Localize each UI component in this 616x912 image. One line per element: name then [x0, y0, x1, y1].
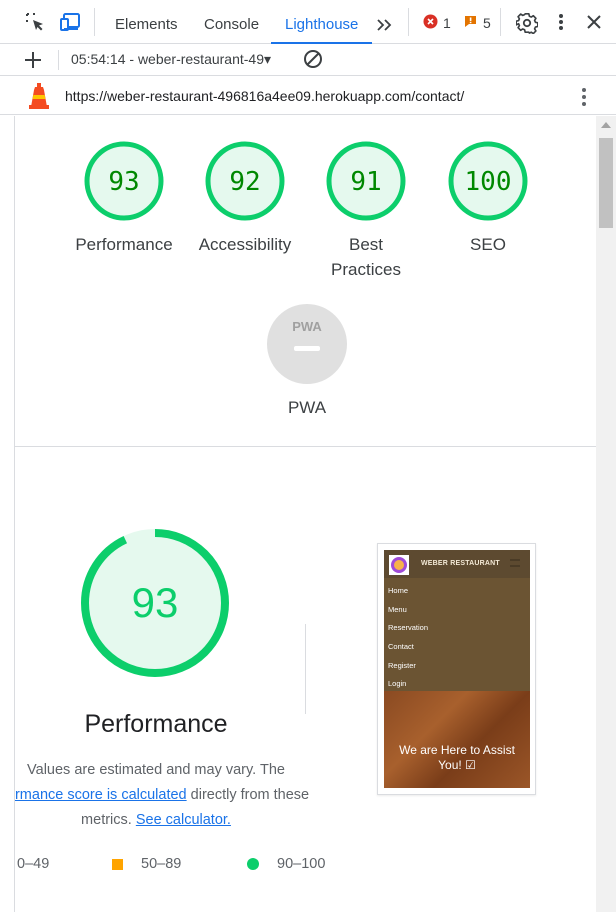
report-select[interactable]: 05:54:14 - weber-restaurant-49▾	[71, 51, 271, 68]
legend-square-icon	[112, 858, 123, 870]
gauge-accessibility[interactable]: 92 Accessibility	[199, 140, 291, 254]
screenshot-nav-item: Register	[388, 661, 416, 670]
final-screenshot[interactable]: WEBER RESTAURANT Home Menu Reservation C…	[377, 543, 536, 795]
hero-line1: We are Here to Assist	[399, 743, 515, 757]
errors-badge[interactable]: 1	[423, 14, 451, 32]
close-icon[interactable]	[585, 13, 607, 33]
performance-title: Performance	[84, 710, 228, 738]
toolbar-divider	[94, 8, 95, 36]
lighthouse-toolbar: 05:54:14 - weber-restaurant-49▾	[0, 44, 616, 76]
screenshot-hero-text: We are Here to Assist You! ☑	[384, 743, 530, 773]
warning-count: 5	[483, 15, 491, 31]
devtools-tabbar: Elements Console Lighthouse 1 5	[0, 0, 616, 44]
legend-pass: 90–100	[247, 856, 325, 872]
screenshot-nav-item: Reservation	[388, 623, 429, 632]
legend-average-range: 50–89	[141, 856, 182, 872]
pwa-badge-icon: PWA	[267, 304, 347, 384]
pwa-badge-text: PWA	[292, 319, 322, 334]
section-divider	[15, 446, 596, 447]
desc-line1: Values are estimated and may vary. The	[27, 762, 285, 778]
report-url[interactable]: https://weber-restaurant-496816a4ee09.he…	[65, 88, 464, 104]
desc-line3: metrics.	[81, 812, 132, 828]
screenshot-content: WEBER RESTAURANT Home Menu Reservation C…	[384, 550, 530, 788]
screenshot-nav-item: Contact	[388, 642, 414, 651]
scroll-up-arrow-icon[interactable]	[601, 122, 611, 128]
screenshot-nav-item: Home	[388, 586, 409, 595]
error-count: 1	[443, 15, 451, 31]
gauge-ring: 92	[205, 141, 285, 221]
screenshot-nav-item: Login	[388, 679, 407, 688]
settings-gear-icon[interactable]	[515, 12, 539, 35]
tab-console[interactable]: Console	[204, 0, 259, 44]
error-icon	[423, 14, 438, 32]
desc-mid: directly from these	[186, 787, 310, 803]
pwa-label: PWA	[287, 398, 327, 417]
new-report-plus-icon[interactable]	[24, 51, 42, 74]
screenshot-brand: WEBER RESTAURANT	[421, 560, 500, 567]
screenshot-logo	[389, 555, 409, 575]
toolbar-divider	[500, 8, 501, 36]
score-calculation-link[interactable]: formance score is calculated	[15, 787, 187, 803]
screenshot-nav-item: Menu	[388, 605, 407, 614]
legend-fail-range: 0–49	[17, 856, 50, 872]
url-more-options-icon[interactable]	[576, 86, 592, 113]
legend-average: 50–89	[112, 856, 181, 872]
inspect-element-icon[interactable]	[25, 12, 47, 32]
toolbar-divider	[58, 50, 59, 70]
report-url-bar: https://weber-restaurant-496816a4ee09.he…	[0, 77, 616, 115]
pwa-badge[interactable]: PWA	[266, 303, 348, 385]
gauge-score: 91	[350, 167, 381, 197]
gauge-score: 93	[108, 167, 139, 197]
gauge-label: Best Practices	[331, 235, 401, 279]
legend-circle-icon	[247, 858, 259, 870]
gauge-ring: 100	[448, 141, 528, 221]
gauge-label: Accessibility	[198, 235, 292, 254]
performance-big-gauge-ring: 93	[81, 529, 229, 677]
legend-fail: 0–49	[17, 856, 49, 872]
report-scrollbar[interactable]	[596, 116, 616, 912]
more-options-icon[interactable]	[553, 12, 575, 32]
screenshot-menu-icon	[510, 559, 520, 567]
tab-elements[interactable]: Elements	[115, 0, 178, 44]
warning-icon	[463, 14, 478, 32]
performance-description: Values are estimated and may vary. The f…	[15, 758, 337, 833]
hero-line2: You! ☑	[438, 758, 476, 772]
more-tabs-icon[interactable]	[376, 0, 394, 44]
gauge-performance[interactable]: 93 Performance	[75, 140, 173, 254]
legend-pass-range: 90–100	[277, 856, 326, 872]
scrollbar-thumb[interactable]	[599, 138, 613, 228]
lighthouse-report: 93 Performance 92 Accessibility 91 Best …	[14, 116, 596, 912]
gauge-label: SEO	[470, 235, 506, 254]
screenshot-hero: We are Here to Assist You! ☑	[384, 691, 530, 788]
see-calculator-link[interactable]: See calculator.	[136, 812, 231, 828]
gauge-ring: 93	[84, 141, 164, 221]
gauge-ring: 91	[326, 141, 406, 221]
gauge-seo[interactable]: 100 SEO	[447, 140, 529, 254]
gauge-score: 100	[465, 167, 512, 197]
performance-big-gauge: 93	[79, 527, 231, 679]
tab-lighthouse[interactable]: Lighthouse	[270, 0, 373, 44]
vertical-divider	[305, 624, 306, 714]
warnings-badge[interactable]: 5	[463, 14, 491, 32]
toolbar-divider	[408, 8, 409, 36]
performance-big-score: 93	[132, 579, 179, 626]
gauge-score: 92	[229, 167, 260, 197]
device-toolbar-icon[interactable]	[59, 12, 81, 32]
lighthouse-logo-icon	[28, 83, 50, 114]
screenshot-header: WEBER RESTAURANT	[384, 550, 530, 578]
clear-block-icon[interactable]	[303, 49, 323, 74]
gauge-best-practices[interactable]: 91 Best Practices	[325, 140, 407, 279]
